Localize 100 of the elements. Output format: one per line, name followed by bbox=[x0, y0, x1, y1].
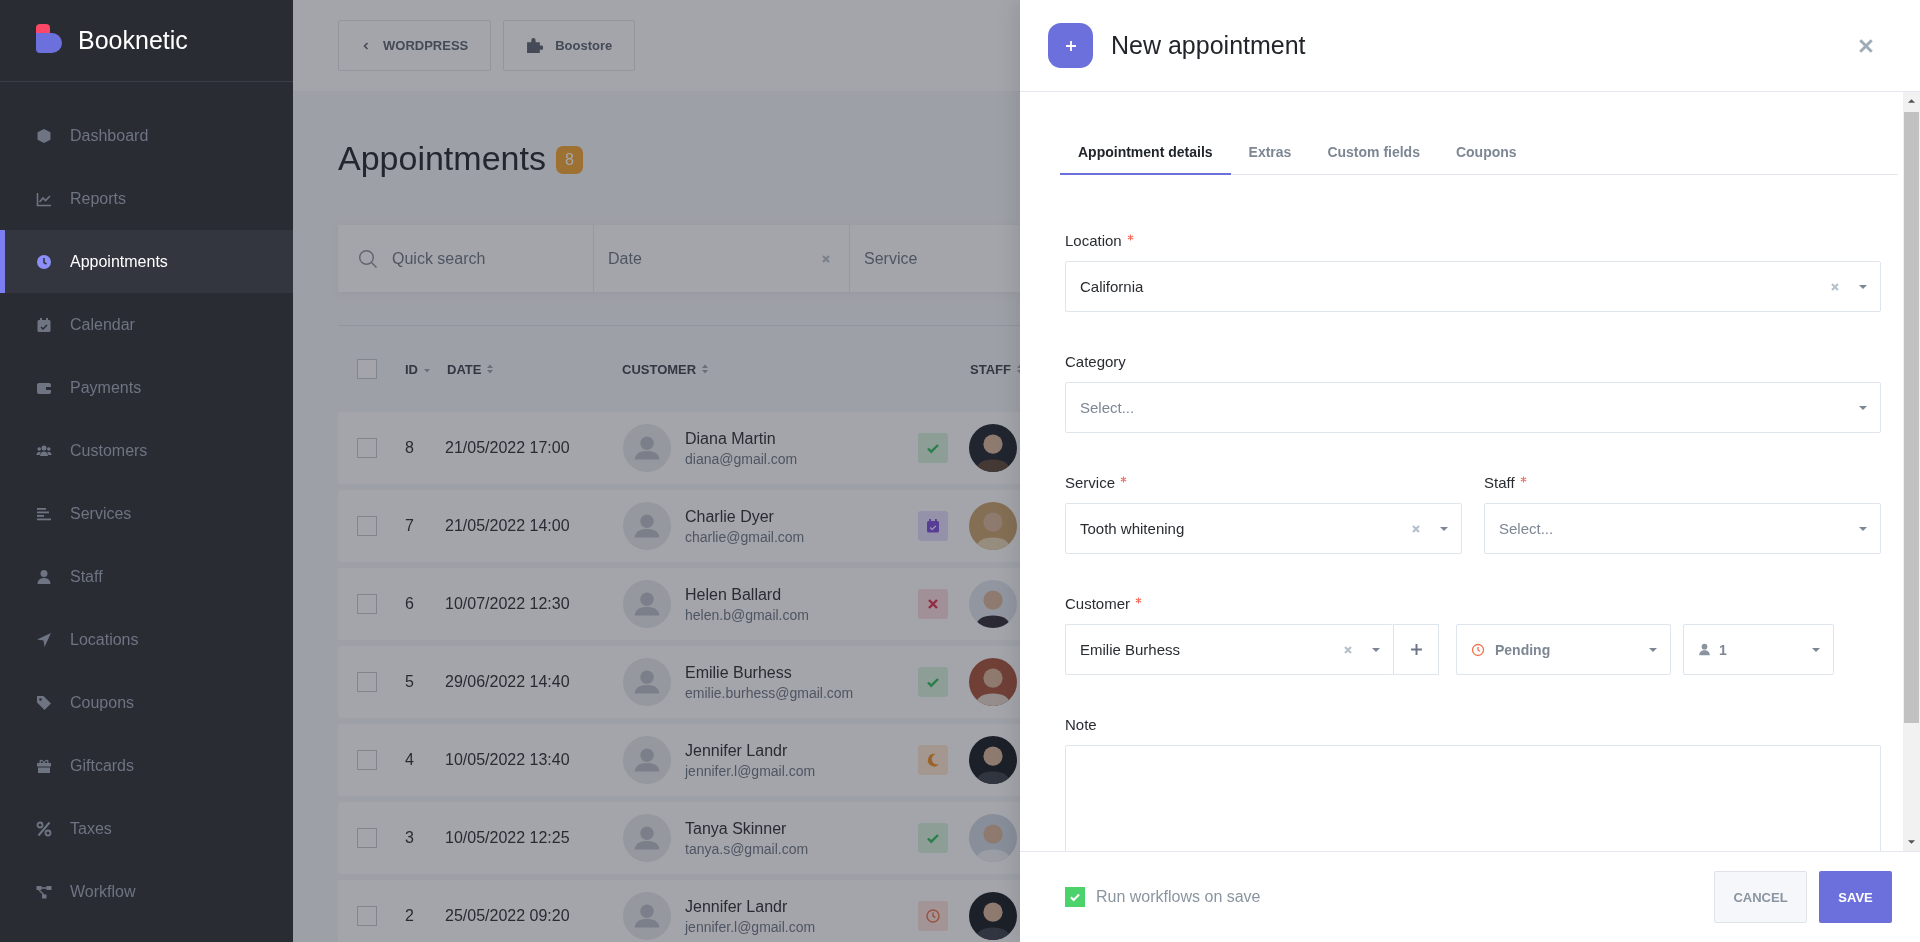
field-label: Service bbox=[1065, 474, 1116, 491]
location-select[interactable]: California bbox=[1065, 261, 1881, 312]
column-header[interactable]: ID bbox=[405, 361, 447, 377]
table-cell-text: 3 bbox=[405, 829, 415, 847]
customer-name: Tanya Skinner bbox=[685, 819, 788, 838]
sidebar-item[interactable]: Payments bbox=[0, 356, 293, 419]
row-checkbox[interactable] bbox=[357, 672, 377, 692]
customer-name: Charlie Dyer bbox=[685, 507, 775, 526]
scrollbar[interactable] bbox=[1903, 92, 1920, 851]
clock-icon bbox=[36, 253, 52, 270]
table-cell-text: 7 bbox=[405, 517, 415, 535]
search-field[interactable]: Quick search bbox=[338, 225, 594, 292]
table-row[interactable]: 8 21/05/2022 17:00 Diana Martin diana@gmail.com bbox=[338, 412, 1020, 484]
service-field[interactable]: Service bbox=[850, 225, 1020, 292]
table-cell-text: 21/05/2022 14:00 bbox=[445, 517, 571, 535]
sidebar-item[interactable]: Customers bbox=[0, 419, 293, 482]
sidebar-item[interactable]: Coupons bbox=[0, 671, 293, 734]
sidebar-item[interactable]: Reports bbox=[0, 167, 293, 230]
customer-name: Helen Ballard bbox=[685, 585, 783, 604]
top-button[interactable]: Boostore bbox=[503, 20, 636, 71]
sidebar-item[interactable]: Giftcards bbox=[0, 734, 293, 797]
close-icon[interactable] bbox=[1858, 37, 1874, 54]
avatar-icon bbox=[623, 580, 671, 628]
customer-email: charlie@gmail.com bbox=[685, 528, 806, 545]
table-cell-text: 10/07/2022 12:30 bbox=[445, 595, 571, 613]
scroll-up-icon[interactable] bbox=[1907, 98, 1916, 104]
save-button[interactable]: SAVE bbox=[1819, 871, 1892, 923]
person-icon bbox=[36, 568, 52, 585]
caret-icon bbox=[1648, 646, 1658, 653]
tab[interactable]: Appointment details bbox=[1060, 132, 1231, 175]
tab[interactable]: Extras bbox=[1230, 132, 1310, 175]
table-row[interactable]: 5 29/06/2022 14:40 Emilie Burhess emilie.burhess@gmail.com bbox=[338, 646, 1020, 718]
chevron-left-icon bbox=[361, 40, 371, 51]
row-checkbox[interactable] bbox=[357, 906, 377, 926]
clear-icon[interactable] bbox=[1343, 644, 1353, 655]
row-checkbox[interactable] bbox=[357, 516, 377, 536]
scroll-down-icon[interactable] bbox=[1907, 839, 1916, 845]
table-cell-text: 2 bbox=[405, 907, 415, 925]
field-label: Location bbox=[1065, 232, 1122, 249]
category-select[interactable]: Select... bbox=[1065, 382, 1881, 433]
top-button[interactable]: WORDPRESS bbox=[338, 20, 492, 71]
checkbox[interactable] bbox=[1065, 887, 1085, 907]
table-row[interactable]: 3 10/05/2022 12:25 Tanya Skinner tanya.s@gmail.com bbox=[338, 802, 1020, 874]
sidebar-item[interactable]: Services bbox=[0, 482, 293, 545]
customer-name: Diana Martin bbox=[685, 429, 777, 448]
chart-icon bbox=[36, 190, 52, 207]
clear-icon[interactable] bbox=[821, 253, 831, 264]
table-row[interactable]: 7 21/05/2022 14:00 Charlie Dyer charlie@gmail.com bbox=[338, 490, 1020, 562]
column-header[interactable]: STAFF bbox=[970, 361, 1024, 377]
people-count-select[interactable]: 1 bbox=[1683, 624, 1834, 675]
brand-name: Booknetic bbox=[78, 26, 188, 55]
service-select[interactable]: Tooth whitening bbox=[1065, 503, 1462, 554]
table-cell-text: 10/05/2022 12:25 bbox=[445, 829, 571, 847]
column-header[interactable]: CUSTOMER bbox=[622, 361, 970, 377]
customer-select[interactable]: Emilie Burhess bbox=[1065, 624, 1393, 675]
caret-icon bbox=[1439, 525, 1449, 532]
tag-icon bbox=[36, 694, 52, 711]
lines-icon bbox=[36, 505, 52, 522]
customer-email: diana@gmail.com bbox=[685, 450, 799, 467]
row-checkbox[interactable] bbox=[357, 828, 377, 848]
tab[interactable]: Coupons bbox=[1437, 132, 1535, 175]
sidebar-item[interactable]: Staff bbox=[0, 545, 293, 608]
sidebar-item[interactable]: Locations bbox=[0, 608, 293, 671]
table-cell-text: 29/06/2022 14:40 bbox=[445, 673, 571, 691]
staff-select[interactable]: Select... bbox=[1484, 503, 1881, 554]
cancel-button[interactable]: CANCEL bbox=[1714, 871, 1807, 923]
caret-icon bbox=[1371, 646, 1381, 653]
select-all-checkbox[interactable] bbox=[357, 359, 377, 379]
column-header[interactable]: DATE bbox=[447, 361, 622, 377]
caret-icon bbox=[1858, 525, 1868, 532]
customer-name: Jennifer Landr bbox=[685, 741, 789, 760]
note-field[interactable] bbox=[1065, 745, 1881, 851]
add-customer-button[interactable] bbox=[1393, 624, 1439, 675]
field-label: Staff bbox=[1484, 474, 1515, 491]
tab[interactable]: Custom fields bbox=[1309, 132, 1438, 175]
cube-icon bbox=[36, 127, 52, 144]
table-cell-text: 8 bbox=[405, 439, 415, 457]
sidebar-item[interactable]: Dashboard bbox=[0, 104, 293, 167]
table-row[interactable]: 6 10/07/2022 12:30 Helen Ballard helen.b@gmail.com bbox=[338, 568, 1020, 640]
sidebar-item[interactable]: Calendar bbox=[0, 293, 293, 356]
sidebar-item[interactable]: Taxes bbox=[0, 797, 293, 860]
table-row[interactable]: 2 25/05/2022 09:20 Jennifer Landr jennifer.l@gmail.com bbox=[338, 880, 1020, 942]
plus-icon bbox=[1409, 643, 1423, 656]
field-label: Customer bbox=[1065, 595, 1131, 612]
clear-icon[interactable] bbox=[1411, 523, 1421, 534]
clear-icon[interactable] bbox=[1830, 281, 1840, 292]
sidebar-item[interactable]: Appointments bbox=[0, 230, 293, 293]
status-select[interactable]: Pending bbox=[1456, 624, 1671, 675]
gift-icon bbox=[36, 757, 52, 774]
checkbox-label: Run workflows on save bbox=[1096, 888, 1261, 906]
row-checkbox[interactable] bbox=[357, 594, 377, 614]
sidebar-item[interactable]: Workflow bbox=[0, 860, 293, 923]
row-checkbox[interactable] bbox=[357, 750, 377, 770]
table-row[interactable]: 4 10/05/2022 13:40 Jennifer Landr jennifer.l@gmail.com bbox=[338, 724, 1020, 796]
flowchart-icon bbox=[36, 883, 52, 900]
customer-email: jennifer.l@gmail.com bbox=[685, 762, 817, 779]
date-field[interactable]: Date bbox=[594, 225, 850, 292]
row-checkbox[interactable] bbox=[357, 438, 377, 458]
customer-email: jennifer.l@gmail.com bbox=[685, 918, 817, 935]
panel-title: New appointment bbox=[1111, 31, 1307, 60]
